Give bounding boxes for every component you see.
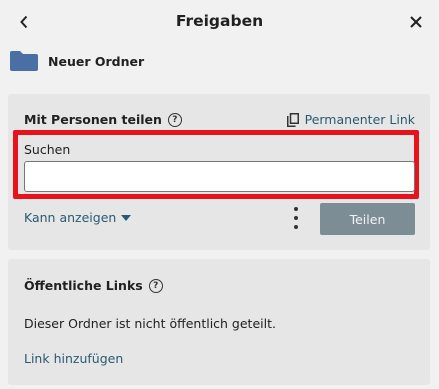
kebab-dot-icon (294, 207, 298, 211)
permission-dropdown[interactable]: Kann anzeigen (24, 210, 132, 225)
permission-dropdown-label: Kann anzeigen (24, 210, 117, 225)
folder-icon (10, 51, 38, 71)
share-button[interactable]: Teilen (320, 203, 415, 235)
public-links-panel: Öffentliche Links ? Dieser Ordner ist ni… (8, 259, 430, 385)
help-icon[interactable]: ? (148, 278, 163, 293)
share-heading-label: Mit Personen teilen (24, 112, 162, 127)
add-link-button[interactable]: Link hinzufügen (24, 351, 123, 366)
caret-down-icon (121, 214, 132, 221)
dialog-title: Freigaben (175, 12, 264, 30)
public-links-heading-label: Öffentliche Links (24, 278, 143, 293)
close-icon (410, 16, 422, 28)
folder-row: Neuer Ordner (9, 48, 144, 74)
dialog-header: Freigaben (0, 0, 439, 44)
public-links-status: Dieser Ordner ist nicht öffentlich getei… (24, 316, 276, 331)
share-with-people-panel: Mit Personen teilen ? Permanenter Link S… (8, 94, 430, 250)
kebab-dot-icon (294, 225, 298, 229)
folder-name: Neuer Ordner (48, 53, 145, 69)
more-options-button[interactable] (291, 207, 301, 229)
public-links-heading: Öffentliche Links ? (24, 278, 163, 293)
kebab-dot-icon (294, 216, 298, 220)
search-input[interactable] (24, 161, 415, 192)
share-heading: Mit Personen teilen ? (24, 112, 182, 127)
permanent-link-button[interactable]: Permanenter Link (286, 112, 415, 127)
copy-icon (286, 112, 299, 127)
permanent-link-label: Permanenter Link (304, 112, 415, 127)
close-button[interactable] (406, 12, 426, 32)
help-icon[interactable]: ? (167, 112, 182, 127)
search-label: Suchen (24, 142, 71, 157)
